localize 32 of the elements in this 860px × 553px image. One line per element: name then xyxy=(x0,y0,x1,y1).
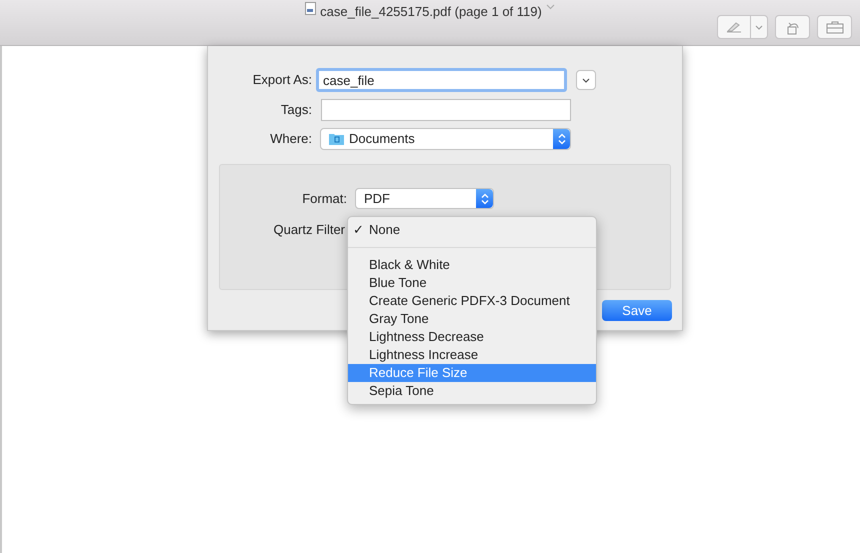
pen-icon xyxy=(726,21,742,33)
document-icon xyxy=(305,2,316,14)
rotate-icon xyxy=(784,20,800,34)
format-label: Format: xyxy=(301,190,348,208)
check-mark: ✓ xyxy=(352,221,365,240)
location-popup[interactable]: Documents xyxy=(320,128,571,150)
menu-item[interactable]: Blue Tone xyxy=(348,274,596,292)
stepper-icon xyxy=(476,189,493,208)
menu-item[interactable]: Create Generic PDFX-3 Document xyxy=(348,292,596,310)
expand-button[interactable] xyxy=(576,70,596,90)
menu-item[interactable]: ✓ None xyxy=(348,221,596,239)
menu-item[interactable]: Gray Tone xyxy=(348,310,596,328)
menu-item[interactable]: Lightness Increase xyxy=(348,346,596,364)
menu-item[interactable]: Black & White xyxy=(348,256,596,274)
chevron-icon xyxy=(546,4,555,10)
export-as-label: Export As: xyxy=(252,71,313,90)
rotate-button[interactable] xyxy=(775,15,810,39)
chevron-icon xyxy=(755,24,763,30)
toolbox-icon xyxy=(826,20,844,34)
folder-icon xyxy=(329,133,344,145)
window-title: case_file_4255175.pdf (page 1 of 119) xyxy=(320,4,542,18)
quartz-filter-label: Quartz Filter xyxy=(272,220,345,239)
tags-label: Tags: xyxy=(280,101,313,120)
toolbox-button[interactable] xyxy=(817,15,852,39)
stepper-icon xyxy=(553,129,570,149)
chevron-icon xyxy=(582,78,590,82)
format-popup[interactable]: PDF xyxy=(355,188,494,209)
menu-item[interactable]: Sepia Tone xyxy=(348,382,596,400)
export-name-field[interactable]: case_file xyxy=(316,68,567,92)
tags-field[interactable] xyxy=(321,99,571,121)
menu-item[interactable]: Lightness Decrease xyxy=(348,328,596,346)
where-label: Where: xyxy=(269,130,313,148)
